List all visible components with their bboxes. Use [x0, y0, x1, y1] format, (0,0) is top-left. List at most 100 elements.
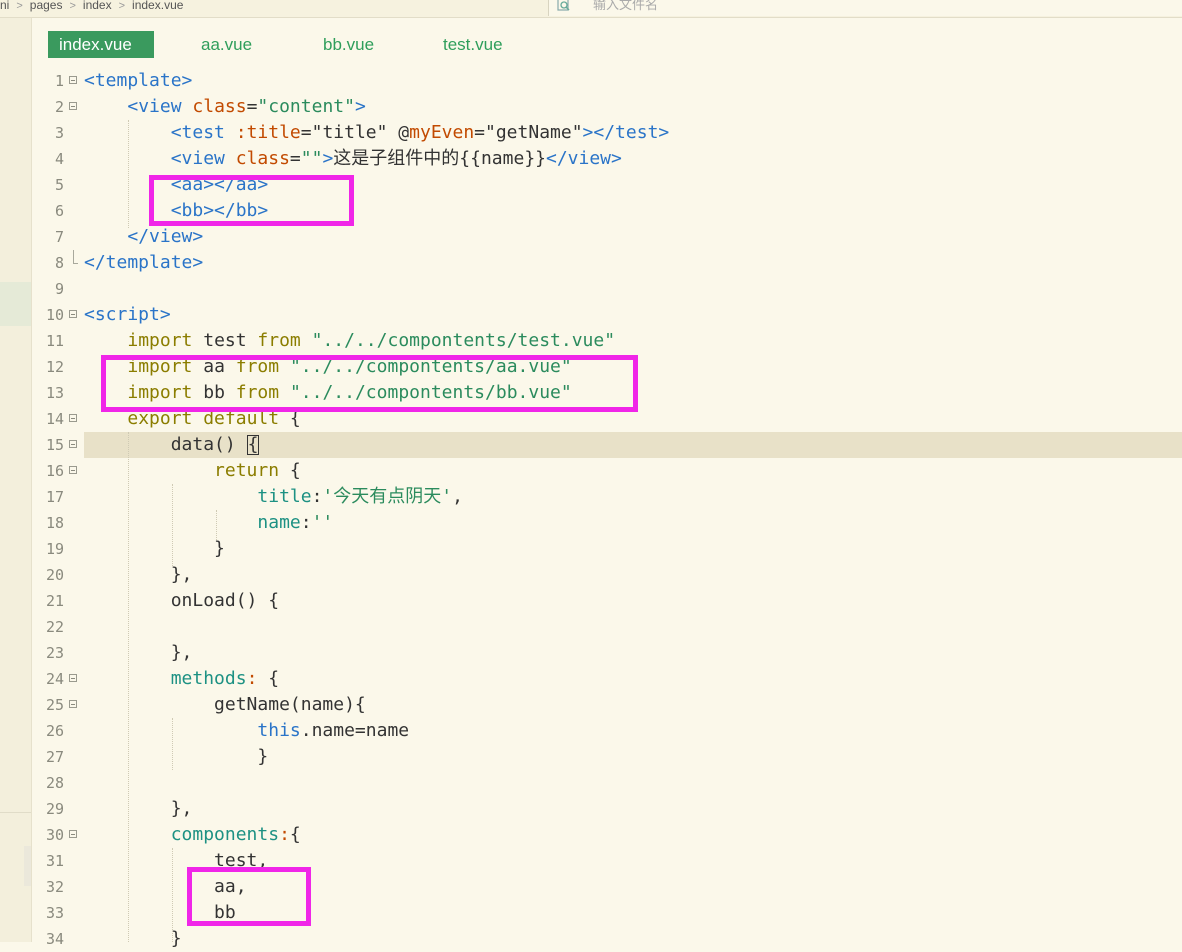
line-number: 16 [45, 462, 64, 480]
code-text: title:'今天有点阴天', [84, 484, 463, 510]
fold-toggle-icon[interactable] [69, 440, 77, 448]
code-line[interactable]: 31 test, [0, 848, 1182, 874]
line-number: 25 [45, 696, 64, 714]
code-line[interactable]: 10 <script> [0, 302, 1182, 328]
code-line[interactable]: 8 </template> [0, 250, 1182, 276]
code-line[interactable]: 32 aa, [0, 874, 1182, 900]
code-line[interactable]: 17 title:'今天有点阴天', [0, 484, 1182, 510]
code-token: methods [170, 668, 247, 689]
line-number: 3 [54, 124, 64, 142]
code-text: }, [84, 796, 193, 822]
file-search-input[interactable] [591, 0, 995, 13]
code-text: import test from "../../compontents/test… [84, 328, 615, 354]
line-number: 1 [54, 72, 64, 90]
code-token: title [257, 486, 312, 507]
code-token: : [279, 824, 290, 845]
line-number: 11 [45, 332, 64, 350]
code-line[interactable]: 1 <template> [0, 68, 1182, 94]
code-token: , [452, 486, 463, 507]
code-token: .name=name [300, 720, 410, 741]
code-text: name:'' [84, 510, 333, 536]
breadcrumb-item[interactable]: ni [0, 0, 9, 12]
tab-test-vue[interactable]: test.vue [443, 31, 503, 58]
code-line[interactable]: 9 [0, 276, 1182, 302]
code-token: : [311, 486, 323, 507]
code-line[interactable]: 15 data() { [0, 432, 1182, 458]
tab-aa-vue[interactable]: aa.vue [201, 31, 252, 58]
code-line[interactable]: 29 }, [0, 796, 1182, 822]
breadcrumb-item[interactable]: pages [30, 0, 63, 12]
code-token: </template> [84, 252, 204, 273]
code-text: getName(name){ [84, 692, 366, 718]
code-token: <view [127, 96, 193, 117]
fold-toggle-icon[interactable] [69, 310, 77, 318]
fold-toggle-icon[interactable] [69, 466, 77, 474]
code-token: "" [300, 148, 323, 169]
code-token: onLoad() { [84, 590, 280, 611]
fold-toggle-icon[interactable] [69, 830, 77, 838]
fold-toggle-icon[interactable] [69, 674, 77, 682]
code-token: : [246, 668, 258, 689]
code-line[interactable]: 3 <test :title="title" @myEven="getName"… [0, 120, 1182, 146]
code-token: '' [311, 512, 334, 533]
code-line[interactable]: 23 }, [0, 640, 1182, 666]
code-token: ="title" @ [300, 122, 410, 143]
code-token: ></test> [582, 122, 670, 143]
code-line[interactable]: 18 name:'' [0, 510, 1182, 536]
code-line[interactable]: 21 onLoad() { [0, 588, 1182, 614]
line-number: 19 [45, 540, 64, 558]
code-token: </view> [127, 226, 204, 247]
code-line[interactable]: 19 } [0, 536, 1182, 562]
code-line[interactable]: 25 getName(name){ [0, 692, 1182, 718]
highlight-box-components [187, 867, 311, 926]
breadcrumb-item[interactable]: index.vue [132, 0, 183, 12]
file-search-box[interactable] [548, 0, 1182, 16]
line-number: 9 [54, 280, 64, 298]
code-token: <view [170, 148, 236, 169]
code-token: myEven [409, 122, 475, 143]
code-line[interactable]: 11 import test from "../../compontents/t… [0, 328, 1182, 354]
line-number: 18 [45, 514, 64, 532]
fold-end-icon [73, 250, 78, 264]
tab-bb-vue[interactable]: bb.vue [323, 31, 374, 58]
code-token: }, [84, 564, 193, 585]
fold-toggle-icon[interactable] [69, 102, 77, 110]
code-line[interactable]: 33 bb [0, 900, 1182, 926]
code-token: = [246, 96, 258, 117]
code-token: class [192, 96, 247, 117]
code-token: ="getName" [474, 122, 583, 143]
code-text: <view class="">这是子组件中的{{name}}</view> [84, 146, 622, 172]
code-token: :title [235, 122, 301, 143]
code-line[interactable]: 20 }, [0, 562, 1182, 588]
code-line[interactable]: 4 <view class="">这是子组件中的{{name}}</view> [0, 146, 1182, 172]
code-line[interactable]: 30 components:{ [0, 822, 1182, 848]
code-line[interactable]: 27 } [0, 744, 1182, 770]
code-token: { [289, 824, 301, 845]
code-line[interactable]: 34 } [0, 926, 1182, 952]
breadcrumb-item[interactable]: index [83, 0, 112, 12]
code-token: getName(name){ [84, 694, 366, 715]
code-line[interactable]: 7 </view> [0, 224, 1182, 250]
code-line[interactable]: 28 [0, 770, 1182, 796]
fold-toggle-icon[interactable] [69, 700, 77, 708]
code-token: > [322, 148, 334, 169]
line-number: 33 [45, 904, 64, 922]
code-line[interactable]: 24 methods: { [0, 666, 1182, 692]
tab-index-vue[interactable]: index.vue [48, 31, 154, 58]
line-number: 32 [45, 878, 64, 896]
line-number: 28 [45, 774, 64, 792]
fold-toggle-icon[interactable] [69, 414, 77, 422]
code-line[interactable]: 2 <view class="content"> [0, 94, 1182, 120]
code-line[interactable]: 22 [0, 614, 1182, 640]
code-line[interactable]: 16 return { [0, 458, 1182, 484]
code-token: name [257, 512, 301, 533]
code-token: data() [84, 434, 247, 455]
code-text: <template> [84, 68, 192, 94]
fold-toggle-icon[interactable] [69, 76, 77, 84]
code-token: this [257, 720, 301, 741]
code-line[interactable]: 26 this.name=name [0, 718, 1182, 744]
